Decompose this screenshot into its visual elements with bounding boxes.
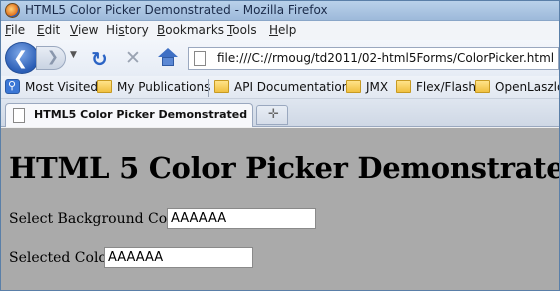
navigation-toolbar: ❮ ❯ ▼ ↻ ✕ file:///C://rmoug/td2011/02-ht…: [1, 40, 559, 76]
menu-accel: V: [70, 23, 78, 37]
folder-icon: [97, 80, 112, 93]
menu-label: ools: [232, 23, 257, 37]
menu-accel: H: [269, 23, 279, 37]
home-icon[interactable]: [158, 48, 178, 66]
forward-button[interactable]: ❯: [36, 46, 66, 70]
page-icon: [194, 51, 206, 66]
selected-color-input[interactable]: [104, 247, 253, 268]
menu-bar: File Edit View History Bookmarks Tools H…: [1, 21, 559, 40]
page-content: HTML 5 Color Picker Demonstrated Select …: [1, 128, 560, 290]
browser-window: HTML5 Color Picker Demonstrated - Mozill…: [0, 0, 560, 291]
background-color-input[interactable]: [167, 208, 316, 229]
page-icon: [13, 108, 25, 123]
menu-bookmarks[interactable]: Bookmarks: [157, 23, 224, 37]
menu-accel: E: [37, 23, 45, 37]
back-arrow-icon: ❮: [13, 48, 29, 69]
bookmark-label: Most Visited: [25, 80, 99, 94]
bookmark-label: JMX: [366, 80, 389, 94]
url-text[interactable]: file:///C://rmoug/td2011/02-html5Forms/C…: [217, 51, 554, 65]
menu-view[interactable]: View: [70, 23, 98, 37]
tab-strip: HTML5 Color Picker Demonstrated ✛: [1, 99, 559, 127]
bookmark-label: Flex/Flash: [416, 80, 476, 94]
stop-icon[interactable]: ✕: [125, 47, 141, 69]
title-bar: HTML5 Color Picker Demonstrated - Mozill…: [1, 1, 559, 21]
home-roof: [158, 48, 178, 57]
menu-label: Hi: [106, 23, 119, 37]
home-base: [162, 57, 174, 66]
tab-label: HTML5 Color Picker Demonstrated: [34, 108, 248, 121]
history-dropdown-icon[interactable]: ▼: [70, 50, 77, 60]
bookmark-label: OpenLaszlo: [495, 80, 560, 94]
menu-file[interactable]: File: [5, 23, 25, 37]
menu-help[interactable]: Help: [269, 23, 296, 37]
bookmark-separator: [208, 79, 209, 97]
menu-label: iew: [77, 23, 99, 37]
folder-icon: [214, 80, 229, 93]
plus-icon: ✛: [268, 107, 279, 122]
menu-label: dit: [44, 23, 61, 37]
window-title: HTML5 Color Picker Demonstrated - Mozill…: [25, 3, 328, 17]
reload-icon[interactable]: ↻: [91, 47, 108, 71]
menu-edit[interactable]: Edit: [37, 23, 60, 37]
bookmark-label: My Publications: [117, 80, 211, 94]
tab-active[interactable]: HTML5 Color Picker Demonstrated: [5, 103, 253, 127]
menu-accel: B: [157, 23, 166, 37]
folder-icon: [475, 80, 490, 93]
menu-label: elp: [278, 23, 297, 37]
forward-arrow-icon: ❯: [47, 49, 59, 65]
menu-history[interactable]: History: [106, 23, 149, 37]
page-heading: HTML 5 Color Picker Demonstrated: [9, 151, 560, 185]
bookmark-label: API Documentation: [234, 80, 350, 94]
menu-label: ile: [11, 23, 26, 37]
menu-label: tory: [124, 23, 149, 37]
new-tab-button[interactable]: ✛: [256, 105, 288, 125]
menu-tools[interactable]: Tools: [227, 23, 257, 37]
bookmarks-toolbar: ⚲ Most Visited My Publications API Docum…: [1, 76, 559, 99]
menu-label: ookmarks: [165, 23, 225, 37]
most-visited-icon: ⚲: [5, 79, 20, 94]
folder-icon: [396, 80, 411, 93]
firefox-logo-icon: [5, 3, 20, 18]
folder-icon: [346, 80, 361, 93]
background-color-label: Select Background Color: [9, 211, 187, 227]
back-button[interactable]: ❮: [5, 42, 39, 74]
address-bar[interactable]: file:///C://rmoug/td2011/02-html5Forms/C…: [188, 47, 559, 70]
selected-color-label: Selected Color: [9, 250, 114, 266]
